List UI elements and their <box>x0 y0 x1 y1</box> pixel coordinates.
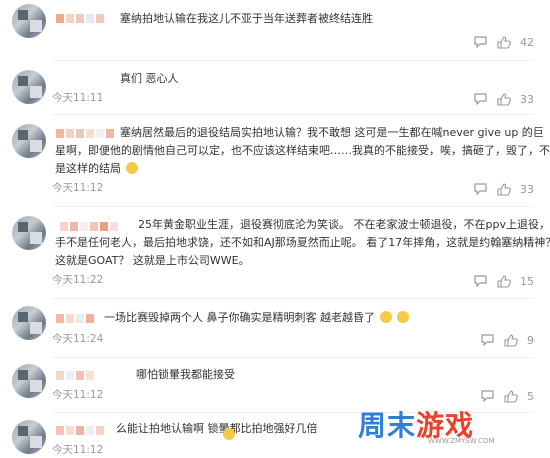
comment-text: 真们 恶心人 <box>120 72 179 85</box>
thumbs-up-icon[interactable] <box>496 182 512 196</box>
avatar[interactable] <box>12 420 46 454</box>
comment-text: 一场比赛毁掉两个人 鼻子你确实是精明刺客 越老越昏了 <box>104 309 530 327</box>
angry-emoji-icon <box>379 311 392 323</box>
comment-text: 塞纳居然最后的退役结局实拍地认输？我不敢想 这可是一生都在喊never give… <box>120 126 544 139</box>
thumbs-up-icon[interactable] <box>503 333 519 347</box>
comment-text-body: 一场比赛毁掉两个人 鼻子你确实是精明刺客 越老越昏了 <box>104 311 375 324</box>
comment-timestamp: 今天11:12 <box>52 389 104 401</box>
comment-icon[interactable] <box>472 274 488 288</box>
username-redacted[interactable] <box>56 313 94 323</box>
comment-timestamp: 今天11:24 <box>52 333 104 345</box>
comment-actions: 5 <box>479 389 534 403</box>
comment-timestamp: 今天11:11 <box>52 92 104 104</box>
divider <box>52 60 534 61</box>
username-redacted[interactable] <box>56 128 114 138</box>
comment-text: 星啊，即便他的剧情他自己可以定，也不应该这样结束吧……我真的不能接受，唉，搞砸了… <box>55 144 550 157</box>
comment-text: 这就是GOAT？ 这就是上市公司WWE。 <box>55 254 250 267</box>
divider <box>52 114 534 115</box>
comment-actions: 15 <box>472 274 534 288</box>
site-watermark-logo: 周末游戏 WWW.ZMYSW.COM <box>358 404 544 445</box>
comment-actions: 33 <box>472 92 534 106</box>
thumbs-up-icon[interactable] <box>496 274 512 288</box>
thumbs-up-icon[interactable] <box>496 92 512 106</box>
comment-timestamp: 今天11:12 <box>52 182 104 194</box>
like-count: 33 <box>520 182 534 196</box>
comment-text: 是这样的结局 <box>55 160 530 178</box>
like-count: 42 <box>520 35 534 49</box>
comment-timestamp: 今天11:12 <box>52 444 104 456</box>
crying-emoji-icon <box>223 428 235 440</box>
comment-text-body: 么能让拍地认输啊 锁暈都比拍地强好几倍 <box>116 422 318 435</box>
avatar[interactable] <box>12 70 46 104</box>
username-redacted[interactable] <box>56 425 104 435</box>
angry-emoji-icon <box>397 311 409 323</box>
avatar[interactable] <box>12 306 46 340</box>
comment-text-tail: 是这样的结局 <box>55 162 121 175</box>
like-count: 33 <box>520 92 534 106</box>
comment-icon[interactable] <box>472 182 488 196</box>
smile-emoji-icon <box>125 162 138 174</box>
username-redacted[interactable] <box>60 221 118 231</box>
comment-icon[interactable] <box>472 92 488 106</box>
like-count: 5 <box>527 389 534 403</box>
comment-text: 25年黄金职业生涯，退役赛彻底沦为笑谈。 不在老家波士顿退役，不在ppv上退役，… <box>138 218 550 231</box>
comment-icon[interactable] <box>479 333 495 347</box>
like-count: 9 <box>527 333 534 347</box>
comment-text: 手不是任何老人，最后拍地求饶，还不如和AJ那场夏然而止呢。 看了17年摔角，这就… <box>55 236 550 249</box>
avatar[interactable] <box>12 364 46 398</box>
username-redacted[interactable] <box>56 370 94 380</box>
thumbs-up-icon[interactable] <box>496 35 512 49</box>
watermark-url: WWW.ZMYSW.COM <box>428 437 495 445</box>
like-count: 15 <box>520 274 534 288</box>
comment-timestamp: 今天11:22 <box>52 274 104 286</box>
avatar[interactable] <box>12 124 46 158</box>
comment-icon[interactable] <box>479 389 495 403</box>
divider <box>52 357 534 358</box>
comment-actions: 42 <box>472 35 534 49</box>
comment-text: 塞纳拍地认输在我这儿不亚于当年送葬者被终结连胜 <box>120 12 373 25</box>
thumbs-up-icon[interactable] <box>503 389 519 403</box>
comment-text: 哪怕锁暈我都能接受 <box>136 368 235 381</box>
avatar[interactable] <box>12 4 46 38</box>
comment-actions: 33 <box>472 182 534 196</box>
comment-actions: 9 <box>479 333 534 347</box>
username-redacted[interactable] <box>56 13 104 23</box>
divider <box>52 298 534 299</box>
watermark-part-1: 周末 <box>358 409 417 442</box>
comment-icon[interactable] <box>472 35 488 49</box>
avatar[interactable] <box>12 216 46 250</box>
divider <box>52 206 534 207</box>
